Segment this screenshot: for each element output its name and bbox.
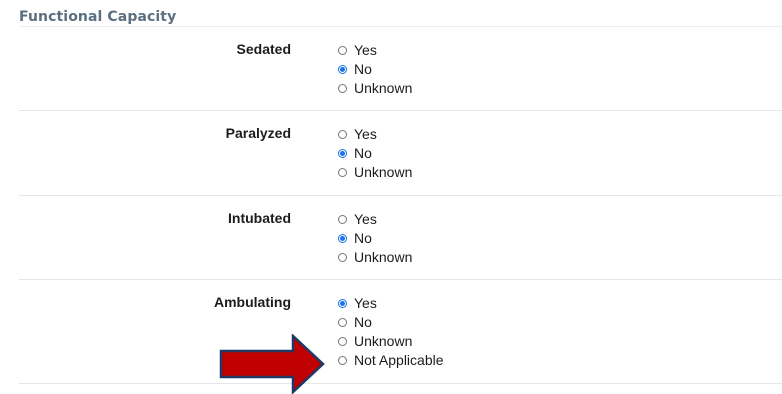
field-label-paralyzed: Paralyzed [225,125,291,141]
option-intubated-unknown[interactable]: Unknown [338,248,412,267]
option-sedated-yes[interactable]: Yes [338,41,412,60]
radio-group-paralyzed: Yes No Unknown [338,125,412,182]
radio-ambulating-unknown[interactable] [338,337,347,346]
option-sedated-unknown[interactable]: Unknown [338,79,412,98]
radio-ambulating-yes[interactable] [338,299,347,308]
radio-sedated-unknown[interactable] [338,84,347,93]
option-label: Not Applicable [354,352,444,368]
option-label: Yes [354,42,377,58]
option-label: Unknown [354,249,413,265]
option-label: Yes [354,126,377,142]
radio-paralyzed-no[interactable] [338,149,347,158]
row-divider [19,383,782,384]
row-divider [19,195,782,196]
option-sedated-no[interactable]: No [338,60,412,79]
option-label: No [354,230,372,246]
option-ambulating-not-applicable[interactable]: Not Applicable [338,351,444,370]
option-label: Unknown [354,333,413,349]
option-label: No [354,61,372,77]
radio-group-sedated: Yes No Unknown [338,41,412,98]
section-title: Functional Capacity [19,9,177,25]
option-ambulating-no[interactable]: No [338,313,444,332]
radio-intubated-unknown[interactable] [338,253,347,262]
radio-ambulating-not-applicable[interactable] [338,356,347,365]
radio-group-ambulating: Yes No Unknown Not Applicable [338,294,444,370]
radio-sedated-no[interactable] [338,65,347,74]
red-arrow-right-icon [219,334,325,394]
field-label-ambulating: Ambulating [214,294,291,310]
radio-sedated-yes[interactable] [338,46,347,55]
option-ambulating-yes[interactable]: Yes [338,294,444,313]
option-ambulating-unknown[interactable]: Unknown [338,332,444,351]
section-title-divider [19,26,782,27]
radio-ambulating-no[interactable] [338,318,347,327]
radio-group-intubated: Yes No Unknown [338,210,412,267]
radio-intubated-no[interactable] [338,234,347,243]
option-intubated-no[interactable]: No [338,229,412,248]
radio-paralyzed-yes[interactable] [338,130,347,139]
option-paralyzed-yes[interactable]: Yes [338,125,412,144]
field-label-sedated: Sedated [236,41,291,57]
option-paralyzed-unknown[interactable]: Unknown [338,163,412,182]
option-intubated-yes[interactable]: Yes [338,210,412,229]
radio-intubated-yes[interactable] [338,215,347,224]
radio-paralyzed-unknown[interactable] [338,168,347,177]
row-divider [19,110,782,111]
option-label: Yes [354,295,377,311]
option-label: Unknown [354,80,413,96]
option-label: Unknown [354,164,413,180]
option-label: Yes [354,211,377,227]
option-label: No [354,145,372,161]
row-divider [19,279,782,280]
field-label-intubated: Intubated [228,210,291,226]
option-paralyzed-no[interactable]: No [338,144,412,163]
option-label: No [354,314,372,330]
